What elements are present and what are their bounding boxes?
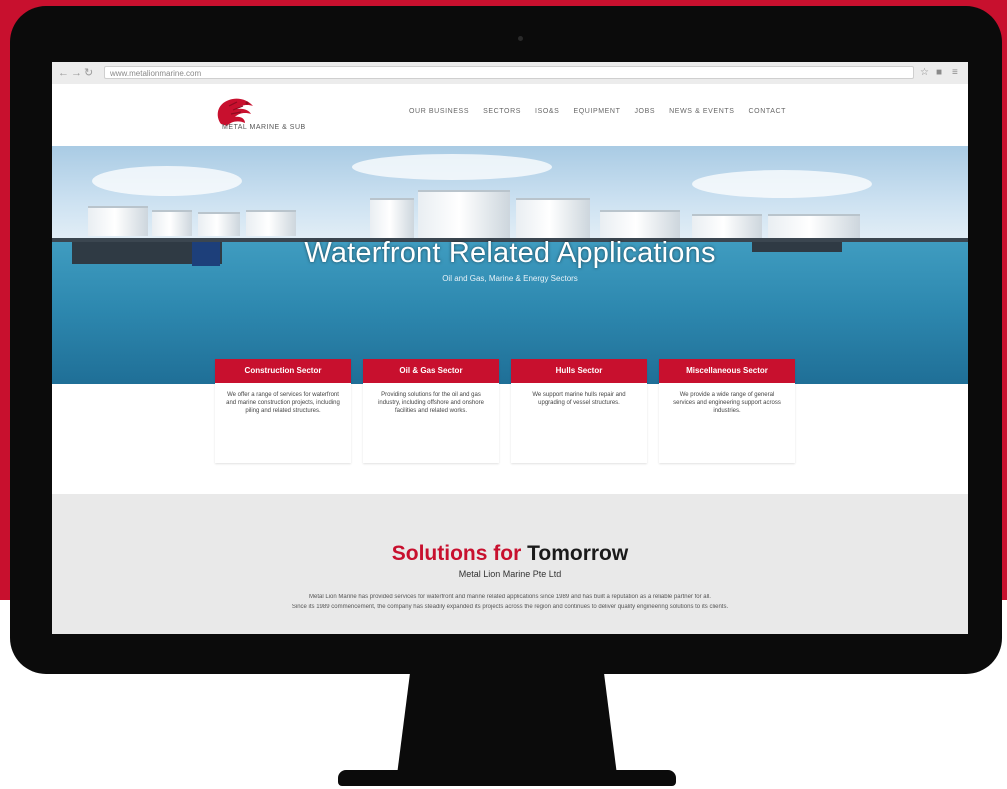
storage-tank [370,198,414,238]
storage-tank [198,212,240,236]
card-text: We provide a wide range of general servi… [673,392,781,414]
card-oil-gas[interactable]: Oil & Gas Sector Providing solutions for… [363,359,499,463]
monitor-stand-neck [396,670,618,778]
card-title[interactable]: Oil & Gas Sector [363,359,499,383]
hero-banner: Waterfront Related Applications Oil and … [52,146,968,384]
card-miscellaneous[interactable]: Miscellaneous Sector We provide a wide r… [659,359,795,463]
storage-tank [246,210,296,236]
browser-toolbar: ← → ↻ www.metalionmarine.com ☆ ■ ≡ [52,62,968,85]
card-construction[interactable]: Construction Sector We offer a range of … [215,359,351,463]
nav-item-news-events[interactable]: NEWS & EVENTS [669,108,734,115]
reload-icon[interactable]: ↻ [84,67,93,79]
solutions-paragraph: Metal Lion Marine has provided services … [309,594,711,600]
solutions-paragraph: Since its 1989 commencement, the company… [291,604,729,610]
arrow-left-icon[interactable]: ← [58,67,69,79]
cloud [352,154,552,180]
logo-text: METAL MARINE & SUB [222,124,306,131]
storage-tank [768,214,860,238]
storage-tank [600,210,680,238]
card-title[interactable]: Construction Sector [215,359,351,383]
solutions-title: Solutions for Tomorrow [52,542,968,566]
nav-item-equipment[interactable]: EQUIPMENT [573,108,620,115]
monitor-screen: ← → ↻ www.metalionmarine.com ☆ ■ ≡ METAL… [52,62,968,634]
hero-title: Waterfront Related Applications [304,237,716,269]
nav-item-our-business[interactable]: OUR BUSINESS [409,108,469,115]
storage-tank [692,214,762,238]
extension-icon[interactable]: ■ [936,67,942,79]
site-header: METAL MARINE & SUB OUR BUSINESS SECTORS … [52,84,968,146]
storage-tank [152,210,192,236]
card-title[interactable]: Hulls Sector [511,359,647,383]
card-text: We offer a range of services for waterfr… [226,392,340,414]
address-bar[interactable]: www.metalionmarine.com [104,66,914,79]
hamburger-menu-icon[interactable]: ≡ [952,67,958,79]
solutions-title-rest: Tomorrow [527,542,629,565]
nav-item-sectors[interactable]: SECTORS [483,108,521,115]
nav-item-isos[interactable]: ISO&S [535,108,559,115]
arrow-right-icon[interactable]: → [71,67,82,79]
storage-tank [88,206,148,236]
main-navigation: OUR BUSINESS SECTORS ISO&S EQUIPMENT JOB… [409,108,786,115]
nav-item-jobs[interactable]: JOBS [634,108,655,115]
cloud [692,170,872,198]
solutions-title-accent: Solutions for [391,542,522,565]
monitor-stand-base [338,770,676,786]
hero-subtitle: Oil and Gas, Marine & Energy Sectors [442,274,578,283]
card-hulls[interactable]: Hulls Sector We support marine hulls rep… [511,359,647,463]
card-text: Providing solutions for the oil and gas … [378,392,484,414]
star-icon[interactable]: ☆ [920,67,929,79]
card-title[interactable]: Miscellaneous Sector [659,359,795,383]
cloud [92,166,242,196]
webcam-dot [518,36,523,41]
nav-item-contact[interactable]: CONTACT [749,108,787,115]
solutions-section: Solutions for Tomorrow Metal Lion Marine… [52,494,968,634]
storage-tank [418,190,510,238]
storage-tank [516,198,590,238]
solutions-subtitle: Metal Lion Marine Pte Ltd [458,569,562,579]
card-text: We support marine hulls repair and upgra… [532,392,626,406]
